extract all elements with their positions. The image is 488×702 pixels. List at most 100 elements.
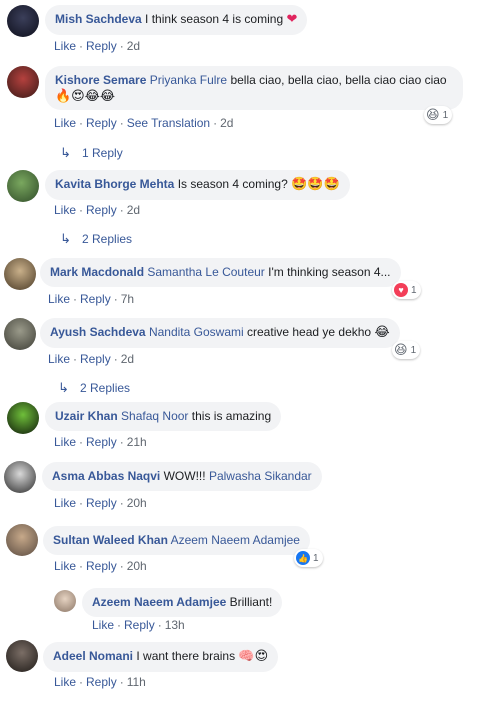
author-name[interactable]: Azeem Naeem Adamjee [92,595,226,609]
reply-arrow-icon: ↳ [60,231,71,246]
comment-bubble: Asma Abbas Naqvi WOW!!! Palwasha Sikanda… [42,462,322,491]
brain-heart-eyes-emoji-icon: 🧠😍 [238,649,269,664]
reply-link[interactable]: Reply [124,618,155,632]
like-link[interactable]: Like [48,352,70,366]
reaction-count[interactable]: 😆 1 [392,341,421,359]
avatar[interactable] [6,524,38,556]
reply-link[interactable]: Reply [86,116,117,130]
author-name[interactable]: Mark Macdonald [50,265,144,279]
comment-bubble: Sultan Waleed Khan Azeem Naeem Adamjee [43,526,310,555]
reply-link[interactable]: Reply [86,435,117,449]
like-link[interactable]: Like [54,559,76,573]
comment-bubble: Uzair Khan Shafaq Noor this is amazing [45,402,282,431]
timestamp[interactable]: 21h [127,435,147,449]
author-name[interactable]: Mish Sachdeva [55,12,142,26]
author-name[interactable]: Asma Abbas Naqvi [52,469,160,483]
author-name[interactable]: Ayush Sachdeva [50,325,146,339]
timestamp[interactable]: 2d [127,39,140,53]
comment-actions: Like · Reply · 21h [54,435,147,449]
comment-text: WOW!!! [163,469,206,483]
comment-actions: Like · Reply · 7h [48,292,135,306]
comment-bubble: Mish Sachdeva I think season 4 is coming… [45,5,308,35]
avatar[interactable] [4,461,36,493]
avatar[interactable] [7,66,39,98]
author-name[interactable]: Kishore Semare [55,73,146,87]
reply-link[interactable]: Reply [86,39,117,53]
comment-text: bella ciao, bella ciao, bella ciao ciao … [230,73,447,87]
avatar[interactable] [54,590,76,612]
timestamp[interactable]: 11h [127,675,146,689]
comment-actions: Like · Reply · 11h [54,675,146,689]
timestamp[interactable]: 2d [220,116,233,130]
reply-arrow-icon: ↳ [58,380,69,395]
reply-link[interactable]: Reply [86,675,117,689]
comment-bubble: Mark Macdonald Samantha Le Couteur I'm t… [40,258,401,287]
author-name[interactable]: Uzair Khan [55,409,118,423]
timestamp[interactable]: 2d [121,352,134,366]
love-reaction-icon: ♥ [394,283,408,297]
comment-actions: Like · Reply · 13h [92,618,185,632]
comment-text: this is amazing [191,409,272,423]
comment-bubble: Adeel Nomani I want there brains 🧠😍 [43,642,279,672]
comment-actions: Like · Reply · 20h [54,559,147,573]
like-reaction-icon: 👍 [296,551,310,565]
author-name[interactable]: Adeel Nomani [53,649,133,663]
mentioned-user[interactable]: Nandita Goswami [149,325,244,339]
comment-bubble: Kishore Semare Priyanka Fulre bella ciao… [45,66,463,110]
reply-link[interactable]: Reply [80,292,111,306]
like-link[interactable]: Like [54,39,76,53]
view-replies-link[interactable]: ↳ 1 Reply [60,145,123,161]
comment-text: Brilliant! [229,595,273,609]
haha-reaction-icon: 😆 [426,107,440,123]
comment-text: I want there brains [136,649,236,663]
reply-arrow-icon: ↳ [60,145,71,160]
reaction-count[interactable]: 😆 1 [424,106,453,124]
avatar[interactable] [7,5,39,37]
mentioned-user[interactable]: Palwasha Sikandar [209,469,312,483]
avatar[interactable] [4,318,36,350]
like-link[interactable]: Like [54,203,76,217]
like-link[interactable]: Like [54,116,76,130]
comment-bubble: Ayush Sachdeva Nandita Goswami creative … [40,318,400,348]
like-link[interactable]: Like [54,496,76,510]
reply-link[interactable]: Reply [80,352,111,366]
haha-reaction-icon: 😆 [394,342,408,358]
reply-link[interactable]: Reply [86,559,117,573]
comment-text: I'm thinking season 4... [268,265,391,279]
reaction-count[interactable]: 👍 1 [294,549,323,567]
like-link[interactable]: Like [54,435,76,449]
heart-emoji-icon: ❤ [286,12,298,27]
mentioned-user[interactable]: Priyanka Fulre [150,73,227,87]
like-link[interactable]: Like [92,618,114,632]
view-replies-link[interactable]: ↳ 2 Replies [60,231,132,247]
avatar[interactable] [7,402,39,434]
comment-actions: Like · Reply · 20h [54,496,147,510]
like-link[interactable]: Like [48,292,70,306]
avatar[interactable] [6,640,38,672]
author-name[interactable]: Kavita Bhorge Mehta [55,177,174,191]
see-translation-link[interactable]: See Translation [127,116,210,130]
view-replies-link[interactable]: ↳ 2 Replies [58,380,130,396]
mentioned-user[interactable]: Azeem Naeem Adamjee [171,533,300,547]
comment-bubble: Kavita Bhorge Mehta Is season 4 coming? … [45,170,350,200]
emoji-sequence-icon: 🔥😍😂😂 [55,89,116,104]
timestamp[interactable]: 20h [127,559,147,573]
timestamp[interactable]: 13h [165,618,185,632]
reaction-count[interactable]: ♥ 1 [392,281,421,299]
comment-actions: Like · Reply · 2d [54,203,141,217]
reply-link[interactable]: Reply [86,496,117,510]
like-link[interactable]: Like [54,675,76,689]
laughing-emoji-icon: 😂 [374,325,390,340]
timestamp[interactable]: 7h [121,292,134,306]
mentioned-user[interactable]: Samantha Le Couteur [147,265,264,279]
comment-text: I think season 4 is coming [145,12,284,26]
comment-text: creative head ye dekho [247,325,372,339]
mentioned-user[interactable]: Shafaq Noor [121,409,188,423]
timestamp[interactable]: 2d [127,203,140,217]
timestamp[interactable]: 20h [127,496,147,510]
reply-link[interactable]: Reply [86,203,117,217]
avatar[interactable] [7,170,39,202]
avatar[interactable] [4,258,36,290]
comment-actions: Like · Reply · 2d [48,352,135,366]
author-name[interactable]: Sultan Waleed Khan [53,533,168,547]
